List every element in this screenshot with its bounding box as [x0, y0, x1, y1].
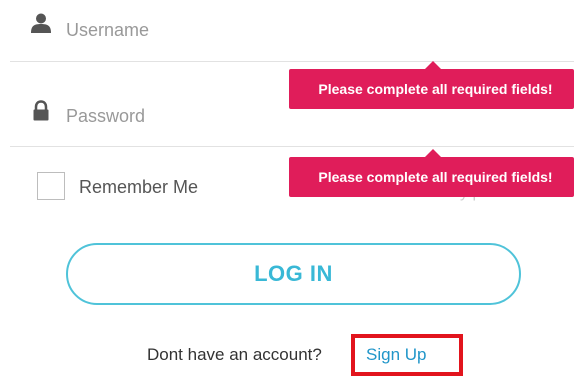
- password-divider: [10, 146, 574, 147]
- username-field-row: [0, 0, 574, 60]
- login-button[interactable]: LOG IN: [66, 243, 521, 305]
- password-input[interactable]: [66, 102, 486, 130]
- username-divider: [10, 61, 574, 62]
- username-input[interactable]: [66, 16, 486, 44]
- remember-me-checkbox[interactable]: [37, 172, 65, 200]
- signup-link[interactable]: Sign Up: [366, 345, 426, 365]
- lock-icon: [30, 100, 52, 122]
- signup-prompt: Dont have an account?: [147, 345, 322, 364]
- password-field-row: [0, 84, 574, 144]
- user-icon: [30, 12, 52, 34]
- remember-me-label[interactable]: Remember Me: [79, 177, 198, 198]
- password-validation-tooltip: Please complete all required fields!: [289, 149, 574, 197]
